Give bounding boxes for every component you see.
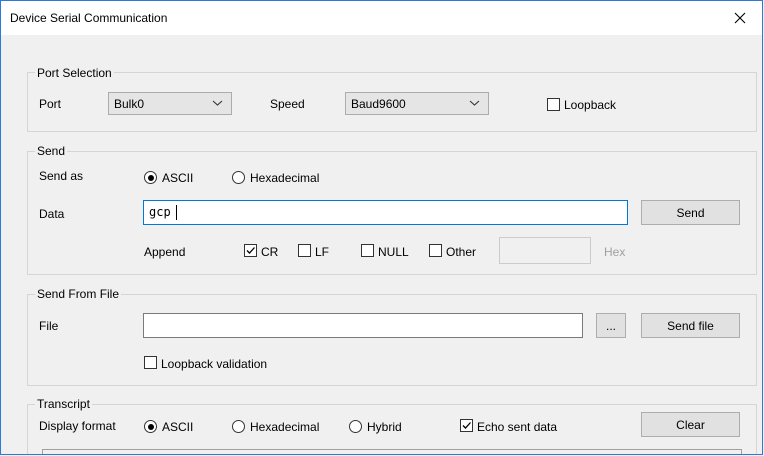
speed-select[interactable]: Baud9600 xyxy=(345,92,489,115)
transcript-ascii-label[interactable]: ASCII xyxy=(162,420,193,434)
data-label: Data xyxy=(39,207,65,221)
send-hex-label[interactable]: Hexadecimal xyxy=(250,171,319,185)
display-format-label: Display format xyxy=(39,419,116,433)
transcript-hex-radio[interactable] xyxy=(232,420,245,433)
send-ascii-radio[interactable] xyxy=(144,171,157,184)
close-button[interactable] xyxy=(717,1,762,35)
transcript-hybrid-label[interactable]: Hybrid xyxy=(367,420,402,434)
clear-button[interactable]: Clear xyxy=(641,412,740,437)
send-button[interactable]: Send xyxy=(641,200,740,225)
loopback-validation-checkbox[interactable] xyxy=(144,356,157,369)
data-input-value: gcp xyxy=(149,205,171,219)
send-hex-radio[interactable] xyxy=(232,171,245,184)
other-hex-input[interactable] xyxy=(499,237,591,264)
echo-sent-data-checkbox[interactable] xyxy=(460,419,473,432)
send-group-label: Send xyxy=(35,144,68,158)
chevron-down-icon xyxy=(469,100,480,106)
transcript-hybrid-radio[interactable] xyxy=(349,420,362,433)
send-ascii-label[interactable]: ASCII xyxy=(162,171,193,185)
speed-select-value: Baud9600 xyxy=(351,97,406,111)
port-selection-label: Port Selection xyxy=(35,66,114,80)
append-cr-label[interactable]: CR xyxy=(261,245,278,259)
loopback-label[interactable]: Loopback xyxy=(564,98,616,112)
transcript-label: Transcript xyxy=(35,397,92,411)
port-label: Port xyxy=(39,97,62,111)
checkmark-icon xyxy=(246,247,255,254)
browse-button-label: ... xyxy=(605,318,616,333)
title-bar[interactable]: Device Serial Communication xyxy=(1,1,762,35)
file-label: File xyxy=(39,319,59,333)
data-input[interactable]: gcp xyxy=(143,200,628,225)
dialog-window: Device Serial Communication Port Selecti… xyxy=(0,0,763,455)
browse-button[interactable]: ... xyxy=(596,313,626,338)
append-null-checkbox[interactable] xyxy=(361,244,374,257)
send-from-file-label: Send From File xyxy=(35,287,122,301)
append-cr-checkbox[interactable] xyxy=(244,244,257,257)
append-null-label[interactable]: NULL xyxy=(378,245,409,259)
window-title: Device Serial Communication xyxy=(10,11,168,25)
loopback-checkbox[interactable] xyxy=(547,98,560,111)
transcript-ascii-radio[interactable] xyxy=(144,420,157,433)
append-lf-label[interactable]: LF xyxy=(315,245,329,259)
append-lf-checkbox[interactable] xyxy=(298,244,311,257)
speed-label: Speed xyxy=(270,97,305,111)
append-other-checkbox[interactable] xyxy=(429,244,442,257)
echo-sent-data-label[interactable]: Echo sent data xyxy=(477,420,557,434)
append-label: Append xyxy=(144,245,186,259)
chevron-down-icon xyxy=(212,100,223,106)
send-as-label: Send as xyxy=(39,169,84,183)
append-other-label[interactable]: Other xyxy=(446,245,476,259)
text-cursor xyxy=(176,205,177,220)
port-select[interactable]: Bulk0 xyxy=(108,92,232,115)
send-from-file-group xyxy=(27,294,757,386)
hex-label: Hex xyxy=(604,245,626,259)
send-file-button[interactable]: Send file xyxy=(641,313,740,338)
loopback-validation-label[interactable]: Loopback validation xyxy=(161,357,267,371)
checkmark-icon xyxy=(462,422,471,429)
port-select-value: Bulk0 xyxy=(114,97,145,111)
send-button-label: Send xyxy=(676,205,705,220)
close-icon xyxy=(734,12,746,24)
send-file-button-label: Send file xyxy=(667,318,714,333)
file-input[interactable] xyxy=(143,313,583,338)
transcript-textarea[interactable] xyxy=(42,449,742,454)
transcript-hex-label[interactable]: Hexadecimal xyxy=(250,420,319,434)
clear-button-label: Clear xyxy=(676,417,705,432)
